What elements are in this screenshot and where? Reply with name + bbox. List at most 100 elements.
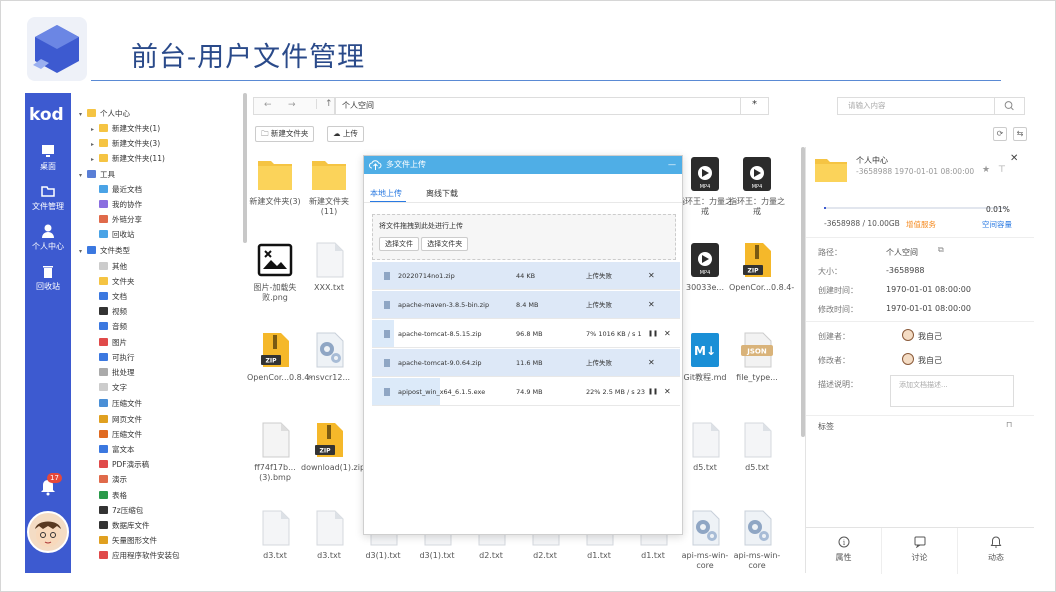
cancel-icon[interactable]: ✕ — [664, 320, 671, 348]
tab-offline-download[interactable]: 离线下载 — [426, 188, 458, 199]
tree-item[interactable]: 外链分享 — [91, 213, 142, 227]
tree-item[interactable]: ▾ 工具 — [79, 168, 115, 182]
chevron-right-icon[interactable]: ▸ — [91, 138, 99, 152]
minimize-icon[interactable]: — — [668, 156, 676, 174]
tree-item[interactable]: 富文本 — [91, 443, 135, 457]
select-file-button[interactable]: 选择文件 — [379, 237, 419, 251]
pin-icon[interactable]: ⊤ — [998, 165, 1006, 175]
file-item[interactable]: MP4 30033e... — [677, 241, 733, 293]
tab-properties[interactable]: i 属性 — [806, 528, 882, 574]
remove-icon[interactable]: ✕ — [648, 262, 655, 290]
file-item[interactable]: 新建文件夹(11) — [301, 155, 357, 217]
star-icon[interactable]: ★ — [982, 165, 990, 175]
tree-item[interactable]: 批处理 — [91, 366, 135, 380]
file-item[interactable]: api-ms-win-core — [729, 509, 785, 571]
back-icon[interactable]: ← — [264, 100, 272, 110]
tree-item[interactable]: PDF演示稿 — [91, 458, 149, 472]
tree-item[interactable]: 最近文档 — [91, 183, 142, 197]
tab-local-upload[interactable]: 本地上传 — [370, 188, 402, 199]
folder-icon — [311, 155, 347, 193]
tab-activity[interactable]: 动态 — [958, 528, 1034, 574]
tree-item[interactable]: 矢量图形文件 — [91, 534, 157, 548]
file-item[interactable]: MP4 指环王：力量之戒 — [729, 155, 785, 217]
file-item[interactable]: M↓ Git教程.md — [677, 331, 733, 383]
tree-item[interactable]: 文件夹 — [91, 275, 135, 289]
file-item[interactable]: d5.txt — [729, 421, 785, 473]
file-item[interactable]: MP4 指环王：力量之戒 — [677, 155, 733, 217]
tree-item[interactable]: 7z压缩包 — [91, 504, 143, 518]
tree-item[interactable]: 我的协作 — [91, 198, 142, 212]
file-item[interactable]: ZIP OpenCor...0.8.4- — [729, 241, 794, 293]
tree-item[interactable]: ▸ 新建文件夹(11) — [91, 152, 165, 166]
file-item[interactable]: ff74f17b...(3).bmp — [247, 421, 303, 483]
drop-zone[interactable]: 将文件拖拽到此处进行上传 选择文件 选择文件夹 — [372, 214, 676, 260]
svg-text:ZIP: ZIP — [320, 448, 332, 455]
tree-item[interactable]: 视频 — [91, 305, 127, 319]
chevron-down-icon[interactable]: ▾ — [79, 169, 87, 183]
tab-discussion[interactable]: 讨论 — [882, 528, 958, 574]
detail-sub: -3658988 1970-01-01 08:00:00 — [856, 167, 975, 176]
file-item[interactable]: 新建文件夹(3) — [247, 155, 303, 207]
file-item[interactable]: JSON file_type... — [729, 331, 785, 383]
file-item[interactable]: msvcr12... — [301, 331, 357, 383]
file-item[interactable]: ZIP OpenCor...0.8.4- — [247, 331, 312, 383]
sidebar-item-recycle[interactable]: 回收站 — [25, 263, 71, 292]
tree-item[interactable]: 回收站 — [91, 228, 135, 242]
tree-item[interactable]: 演示 — [91, 473, 127, 487]
tree-item[interactable]: 音频 — [91, 320, 127, 334]
up-icon[interactable]: ↑ — [316, 99, 333, 109]
path-bar[interactable]: 个人空间 * — [335, 97, 769, 115]
file-item[interactable]: d3.txt — [247, 509, 303, 561]
file-item[interactable]: XXX.txt — [301, 241, 357, 293]
search-input[interactable]: 请输入内容 — [837, 97, 1025, 115]
cancel-icon[interactable]: ✕ — [664, 378, 671, 406]
tree-item[interactable]: 可执行 — [91, 351, 135, 365]
tree-item[interactable]: ▸ 新建文件夹(3) — [91, 137, 160, 151]
tree-item[interactable]: 网页文件 — [91, 413, 142, 427]
file-name: XXX.txt — [314, 283, 344, 292]
chevron-right-icon[interactable]: ▸ — [91, 153, 99, 167]
tree-item[interactable]: 图片 — [91, 336, 127, 350]
tree-item[interactable]: 数据库文件 — [91, 519, 150, 533]
file-item[interactable]: ZIP download(1).zip — [301, 421, 365, 473]
file-item[interactable]: 图片-加载失败.png — [247, 241, 303, 303]
chevron-down-icon[interactable]: ▾ — [79, 245, 87, 259]
sidebar-item-personal[interactable]: 个人中心 — [25, 223, 71, 252]
description-input[interactable]: 添加文档描述... — [890, 375, 1014, 407]
file-item[interactable]: d3.txt — [301, 509, 357, 561]
search-icon[interactable] — [994, 97, 1024, 115]
chevron-down-icon[interactable]: ▾ — [79, 108, 87, 122]
remove-icon[interactable]: ✕ — [648, 349, 655, 377]
upgrade-link[interactable]: 增值服务 — [906, 219, 936, 230]
tree-item[interactable]: ▾ 文件类型 — [79, 244, 130, 258]
bookmark-icon[interactable]: ⊓ — [1006, 420, 1012, 429]
tree-item[interactable]: 其他 — [91, 260, 127, 274]
tree-item[interactable]: 表格 — [91, 489, 127, 503]
forward-icon[interactable]: → — [288, 100, 296, 110]
tree-item[interactable]: 压缩文件 — [91, 397, 142, 411]
close-icon[interactable]: ✕ — [1010, 153, 1018, 164]
tree-item[interactable]: 压缩文件 — [91, 428, 142, 442]
layout-toggle-icon[interactable]: ⇆ — [1013, 127, 1027, 141]
select-folder-button[interactable]: 选择文件夹 — [421, 237, 469, 251]
space-link[interactable]: 空间容量 — [982, 219, 1012, 230]
remove-icon[interactable]: ✕ — [648, 291, 655, 319]
tree-item[interactable]: ▾ 个人中心 — [79, 107, 130, 121]
tree-item[interactable]: ▸ 新建文件夹(1) — [91, 122, 160, 136]
refresh-icon[interactable]: ⟳ — [993, 127, 1007, 141]
tree-item[interactable]: 文档 — [91, 290, 127, 304]
copy-icon[interactable]: ⧉ — [938, 245, 944, 255]
sidebar-item-desktop[interactable]: 桌面 — [25, 143, 71, 172]
tree-item[interactable]: 应用程序软件安装包 — [91, 549, 180, 563]
tree-item[interactable]: 文字 — [91, 381, 127, 395]
chevron-right-icon[interactable]: ▸ — [91, 123, 99, 137]
file-item[interactable]: d5.txt — [677, 421, 733, 473]
sidebar-item-files[interactable]: 文件管理 — [25, 183, 71, 212]
pause-icon[interactable]: ❚❚ — [648, 320, 658, 348]
file-item[interactable]: api-ms-win-core — [677, 509, 733, 571]
upload-button[interactable]: ☁ 上传 — [327, 126, 364, 142]
pause-icon[interactable]: ❚❚ — [648, 378, 658, 406]
new-folder-button[interactable]: 🗀 新建文件夹 — [255, 126, 315, 142]
star-icon[interactable]: * — [740, 97, 768, 115]
avatar[interactable] — [27, 511, 69, 553]
